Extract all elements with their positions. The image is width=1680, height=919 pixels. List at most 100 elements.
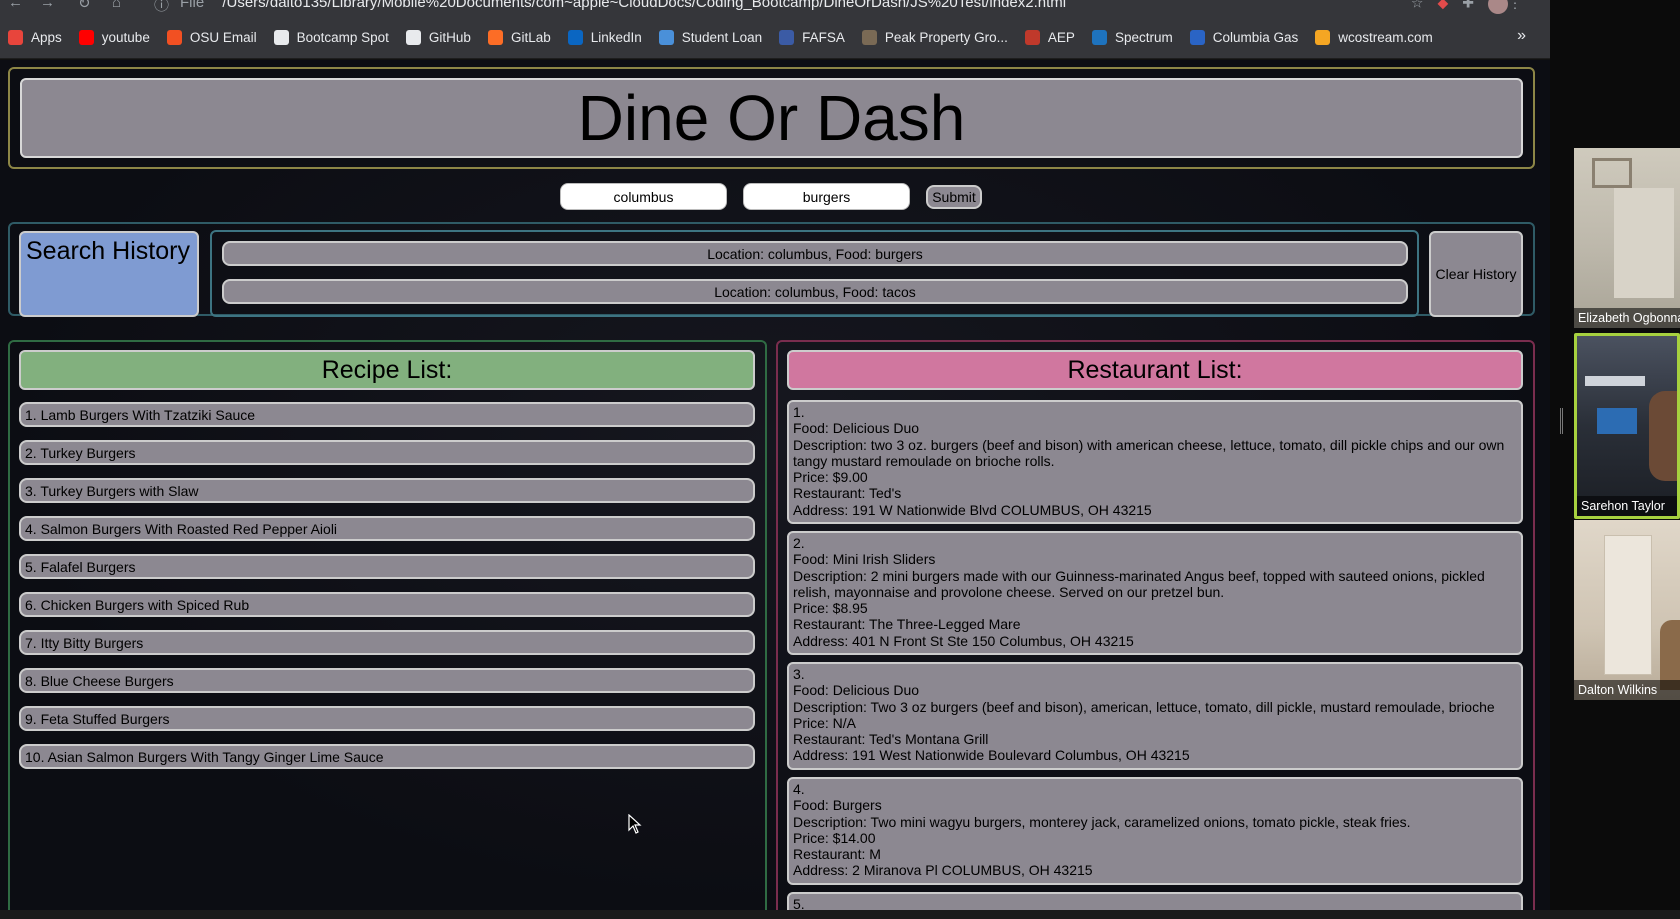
bookmark-item[interactable]: Spectrum [1091,30,1173,45]
address-bar[interactable]: File /Users/dalto135/Library/Mobile%20Do… [180,0,1066,11]
participant-video-tile[interactable]: Elizabeth Ogbonna [1574,148,1680,328]
bookmark-item[interactable]: Peak Property Gro... [861,30,1008,45]
restaurant-card[interactable]: 3. Food: Delicious Duo Description: Two … [787,662,1523,770]
recipe-item[interactable]: 6. Chicken Burgers with Spiced Rub [19,592,755,617]
building-icon [861,30,877,45]
bookmark-item[interactable]: Columbia Gas [1189,30,1299,45]
restaurant-number: 2. [793,535,805,551]
bookmark-item[interactable]: OSU Email [166,30,257,45]
recipe-item[interactable]: 9. Feta Stuffed Burgers [19,706,755,731]
restaurant-number: 5. [793,896,805,910]
bookmark-item[interactable]: Bootcamp Spot [273,30,389,45]
restaurant-name: Restaurant: The Three-Legged Mare [793,616,1021,633]
participant-video-tile[interactable]: Dalton Wilkins [1574,520,1680,700]
back-icon[interactable]: ← [8,0,23,11]
recipe-item[interactable]: 10. Asian Salmon Burgers With Tangy Ging… [19,744,755,769]
forward-icon[interactable]: → [40,0,55,11]
bookmark-item[interactable]: FAFSA [779,30,845,45]
search-history-list: Location: columbus, Food: burgers Locati… [210,230,1419,317]
bookmark-label: FAFSA [802,30,845,45]
page-title: Dine Or Dash [577,82,966,154]
url-text: /Users/dalto135/Library/Mobile%20Documen… [222,0,1067,11]
linkedin-icon [567,30,583,45]
bookmark-label: GitHub [428,30,471,45]
square-icon [658,30,674,45]
recipe-item[interactable]: 5. Falafel Burgers [19,554,755,579]
restaurant-address: Address: 191 W Nationwide Blvd COLUMBUS,… [793,501,1152,518]
clear-history-button[interactable]: Clear History [1429,231,1523,317]
recipe-item[interactable]: 3. Turkey Burgers with Slaw [19,478,755,503]
title-banner: Dine Or Dash [20,78,1523,158]
history-item[interactable]: Location: columbus, Food: burgers [222,241,1408,266]
bookmark-item[interactable]: youtube [78,30,150,45]
puzzle-icon[interactable]: ✚ [1462,0,1488,11]
participant-video-feed [1577,336,1677,516]
restaurant-number: 4. [793,781,805,797]
restaurant-name: Restaurant: M [793,846,881,863]
participant-video-feed [1574,148,1680,328]
profile-avatar[interactable] [1488,0,1508,14]
participant-name: Elizabeth Ogbonna [1574,308,1680,328]
search-history-title: Search History [19,231,199,317]
bookmark-label: wcostream.com [1338,30,1433,45]
participant-name: Sarehon Taylor [1577,496,1677,516]
page-viewport: Dine Or Dash Submit Search History Locat… [0,60,1550,910]
restaurant-description: Description: 2 mini burgers made with ou… [793,567,1485,600]
bookmark-item[interactable]: wcostream.com [1315,30,1433,45]
recipe-item[interactable]: 8. Blue Cheese Burgers [19,668,755,693]
apps-grid-icon [8,30,23,45]
recipe-item[interactable]: 2. Turkey Burgers [19,440,755,465]
participant-video-tile[interactable]: Sarehon Taylor [1574,333,1680,519]
recipe-item[interactable]: 7. Itty Bitty Burgers [19,630,755,655]
gitlab-icon [487,30,503,45]
bookmark-item[interactable]: Apps [8,30,62,45]
restaurant-card[interactable]: 5. [787,892,1523,910]
bookmark-item[interactable]: Student Loan [658,30,762,45]
restaurant-card[interactable]: 4. Food: Burgers Description: Two mini w… [787,777,1523,885]
location-input[interactable] [560,183,727,210]
restaurant-card[interactable]: 1. Food: Delicious Duo Description: two … [787,400,1523,524]
home-icon[interactable]: ⌂ [112,0,121,11]
restaurant-name: Restaurant: Ted's Montana Grill [793,731,989,748]
spectrum-icon [1091,30,1107,45]
restaurant-price: Price: $9.00 [793,469,868,486]
restaurant-food: Food: Delicious Duo [793,682,920,699]
bookmark-label: Peak Property Gro... [884,30,1008,45]
submit-button[interactable]: Submit [926,185,982,209]
bookmark-item[interactable]: GitHub [405,30,471,45]
url-scheme: File [180,0,205,11]
restaurant-address: Address: 2 Miranova Pl COLUMBUS, OH 4321… [793,862,1093,879]
recipe-item[interactable]: 4. Salmon Burgers With Roasted Red Peppe… [19,516,755,541]
restaurant-address: Address: 191 West Nationwide Boulevard C… [793,747,1190,764]
info-icon[interactable]: ⓘ [154,0,169,15]
fafsa-icon [779,30,795,45]
restaurant-number: 3. [793,666,805,682]
menu-icon[interactable]: ⋮ [1508,0,1536,11]
history-item[interactable]: Location: columbus, Food: tacos [222,279,1408,304]
recipe-item[interactable]: 1. Lamb Burgers With Tzatziki Sauce [19,402,755,427]
resize-handle[interactable] [1560,408,1563,434]
restaurant-card[interactable]: 2. Food: Mini Irish Sliders Description:… [787,531,1523,655]
restaurant-description: Description: Two 3 oz burgers (beef and … [793,698,1495,715]
bookmark-label: Columbia Gas [1212,30,1299,45]
aep-icon [1024,30,1040,45]
bookmark-label: GitLab [510,30,551,45]
wco-icon [1315,30,1331,45]
recipe-list-title: Recipe List: [19,350,755,390]
flame-icon [1189,30,1205,45]
microsoft-icon [166,30,182,45]
restaurant-price: Price: $14.00 [793,829,876,846]
bookmarks-overflow-icon[interactable]: » [1517,27,1526,45]
restaurant-price: Price: $8.95 [793,600,868,617]
extension-icon[interactable]: ◆ [1437,0,1462,11]
bookmark-item[interactable]: AEP [1024,30,1075,45]
bookmark-label: AEP [1047,30,1075,45]
bookmark-label: Apps [31,30,62,45]
bookmark-star-icon[interactable]: ☆ [1411,0,1438,11]
reload-icon[interactable]: ↻ [78,0,91,12]
bookmark-item[interactable]: LinkedIn [567,30,642,45]
bookmark-item[interactable]: GitLab [487,30,551,45]
bookmark-label: Spectrum [1114,30,1173,45]
food-input[interactable] [743,183,910,210]
mouse-cursor-icon [628,814,642,834]
